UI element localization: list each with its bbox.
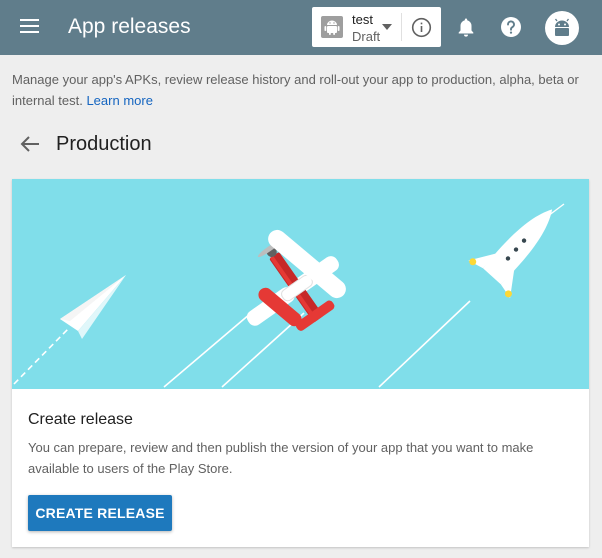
app-status: Draft: [352, 29, 381, 44]
card-title: Create release: [28, 411, 133, 428]
learn-more-link[interactable]: Learn more: [86, 93, 152, 108]
info-icon[interactable]: [411, 17, 432, 38]
selector-divider: [401, 13, 402, 41]
chevron-down-icon: [382, 24, 392, 30]
android-app-icon: [321, 16, 343, 38]
top-app-bar: App releases test Draft: [0, 0, 602, 55]
create-release-card: Create release You can prepare, review a…: [12, 179, 589, 547]
page-title: Production: [56, 133, 152, 155]
card-description: You can prepare, review and then publish…: [28, 440, 534, 476]
app-name: test: [352, 12, 373, 27]
app-selector[interactable]: test Draft: [312, 7, 441, 47]
paper-plane-biplane-rocket-illustration: [12, 179, 589, 389]
android-avatar-icon[interactable]: [545, 11, 579, 45]
create-release-button[interactable]: CREATE RELEASE: [28, 495, 172, 531]
hamburger-menu-icon[interactable]: [20, 18, 40, 36]
page-header-title: App releases: [68, 15, 191, 38]
arrow-back-icon[interactable]: [20, 136, 40, 152]
bell-icon[interactable]: [457, 17, 475, 37]
intro-text: Manage your app's APKs, review release h…: [12, 69, 590, 111]
help-icon[interactable]: [500, 16, 522, 38]
